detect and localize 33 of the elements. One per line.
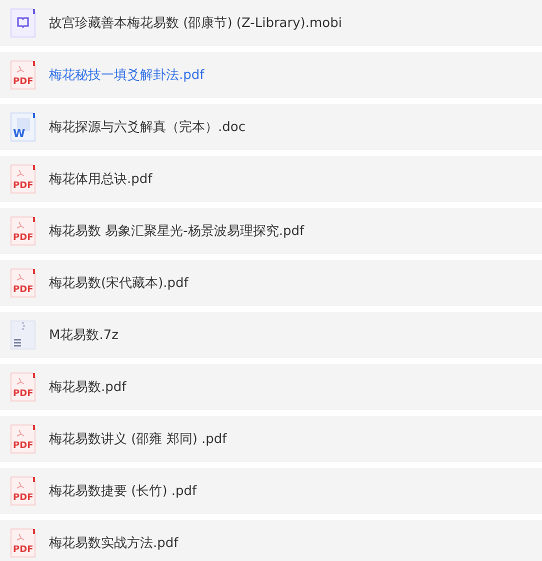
file-name: 梅花易数捷要 (长竹) .pdf [49, 483, 197, 500]
file-row[interactable]: PDF 梅花秘技一填爻解卦法.pdf [0, 52, 542, 98]
file-name: 梅花秘技一填爻解卦法.pdf [49, 67, 204, 84]
pdf-file-icon: PDF [10, 528, 36, 558]
file-name: 梅花探源与六爻解真（完本）.doc [49, 119, 246, 136]
file-name: 梅花体用总诀.pdf [49, 171, 152, 188]
file-row[interactable]: PDF 梅花易数(宋代藏本).pdf [0, 260, 542, 306]
file-row[interactable]: PDF 梅花易数 易象汇聚星光-杨景波易理探究.pdf [0, 208, 542, 254]
file-row[interactable]: PDF 梅花易数实战方法.pdf [0, 520, 542, 561]
file-name: M花易数.7z [49, 327, 118, 344]
pdf-file-icon: PDF [10, 372, 36, 402]
file-name: 梅花易数 易象汇聚星光-杨景波易理探究.pdf [49, 223, 304, 240]
file-name: 故宫珍藏善本梅花易数 (邵康节) (Z-Library).mobi [49, 15, 342, 32]
archive-file-icon [10, 320, 36, 350]
pdf-file-icon: PDF [10, 268, 36, 298]
file-row[interactable]: PDF 梅花体用总诀.pdf [0, 156, 542, 202]
pdf-file-icon: PDF [10, 476, 36, 506]
word-file-icon: W [10, 112, 36, 142]
file-name: 梅花易数实战方法.pdf [49, 535, 178, 552]
file-row[interactable]: PDF 梅花易数.pdf [0, 364, 542, 410]
file-row[interactable]: PDF 梅花易数捷要 (长竹) .pdf [0, 468, 542, 514]
file-row[interactable]: W 梅花探源与六爻解真（完本）.doc [0, 104, 542, 150]
pdf-file-icon: PDF [10, 164, 36, 194]
file-name: 梅花易数讲义 (邵雍 郑同) .pdf [49, 431, 227, 448]
file-row[interactable]: PDF 梅花易数讲义 (邵雍 郑同) .pdf [0, 416, 542, 462]
file-name: 梅花易数.pdf [49, 379, 126, 396]
file-row[interactable]: M花易数.7z [0, 312, 542, 358]
pdf-file-icon: PDF [10, 424, 36, 454]
pdf-file-icon: PDF [10, 60, 36, 90]
file-row[interactable]: 故宫珍藏善本梅花易数 (邵康节) (Z-Library).mobi [0, 0, 542, 46]
pdf-file-icon: PDF [10, 216, 36, 246]
ebook-file-icon [10, 8, 36, 38]
file-name: 梅花易数(宋代藏本).pdf [49, 275, 188, 292]
